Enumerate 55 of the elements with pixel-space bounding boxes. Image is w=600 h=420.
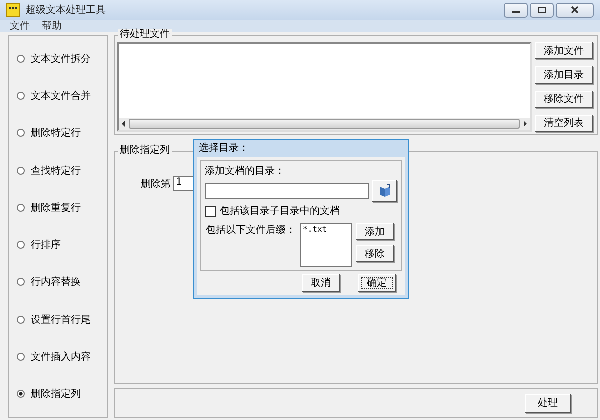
mode-radio[interactable]: 设置行首行尾 [17,312,107,327]
mode-radio[interactable]: 文本文件合并 [17,88,107,103]
radio-label: 文本文件拆分 [31,52,91,66]
subdir-checkbox-row[interactable]: 包括该目录子目录中的文档 [205,204,397,218]
suffix-item[interactable]: *.txt [303,225,349,234]
mode-radio[interactable]: 行排序 [17,238,107,252]
mode-radio[interactable]: 文件插入内容 [17,350,107,364]
file-button[interactable]: 移除文件 [535,90,593,108]
menu-item[interactable]: 文件 [10,19,30,33]
suffix-list[interactable]: *.txt [300,223,352,267]
directory-label: 添加文档的目录： [205,164,286,178]
mode-radio[interactable]: 删除重复行 [17,200,107,215]
minimize-button[interactable] [504,2,528,18]
suffix-label: 包括以下文件后缀： [205,224,296,238]
file-button[interactable]: 清空列表 [535,114,593,132]
menu-item[interactable]: 帮助 [42,19,62,33]
close-icon [570,6,580,14]
directory-field[interactable] [205,183,369,199]
radio-label: 文件插入内容 [31,350,91,364]
process-button[interactable]: 处理 [525,394,571,412]
column-label: 删除第 [141,178,171,190]
mode-radio[interactable]: 删除特定行 [17,126,107,140]
app-icon [6,3,20,17]
radio-label: 删除指定列 [31,388,81,402]
ok-button[interactable]: 确定 [358,274,396,292]
checkbox[interactable] [205,206,216,216]
radio-label: 查找特定行 [31,164,81,178]
book-icon [378,184,392,198]
checkbox-label: 包括该目录子目录中的文档 [220,204,340,218]
file-button[interactable]: 添加文件 [535,42,593,60]
window-title: 超级文本处理工具 [26,4,106,17]
close-button[interactable] [556,2,594,18]
dialog-title: 选择目录： [198,142,250,156]
mode-radio[interactable]: 查找特定行 [17,164,107,178]
radio-label: 删除重复行 [31,202,81,215]
radio-label: 行排序 [31,238,61,252]
group-title: 删除指定列 [118,145,172,157]
radio-label: 文本文件合并 [31,90,91,103]
file-button[interactable]: 添加目录 [535,66,593,84]
cancel-button[interactable]: 取消 [302,274,340,292]
maximize-button[interactable] [530,2,554,18]
suffix-button[interactable]: 添加 [356,223,394,240]
maximize-icon [537,6,547,14]
horizontal-scrollbar[interactable] [119,118,530,130]
radio-label: 设置行首行尾 [31,314,91,327]
suffix-button[interactable]: 移除 [356,245,394,262]
radio-label: 删除特定行 [31,126,81,140]
mode-radio[interactable]: 行内容替换 [17,275,107,290]
mode-radio[interactable]: 文本文件拆分 [17,52,107,66]
group-title: 待处理文件 [118,29,172,41]
browse-button[interactable] [372,180,397,202]
scroll-thumb[interactable] [129,119,520,129]
mode-radio[interactable]: 删除指定列 [17,387,107,402]
radio-label: 行内容替换 [31,276,81,290]
column-field[interactable]: 1 [173,176,195,191]
